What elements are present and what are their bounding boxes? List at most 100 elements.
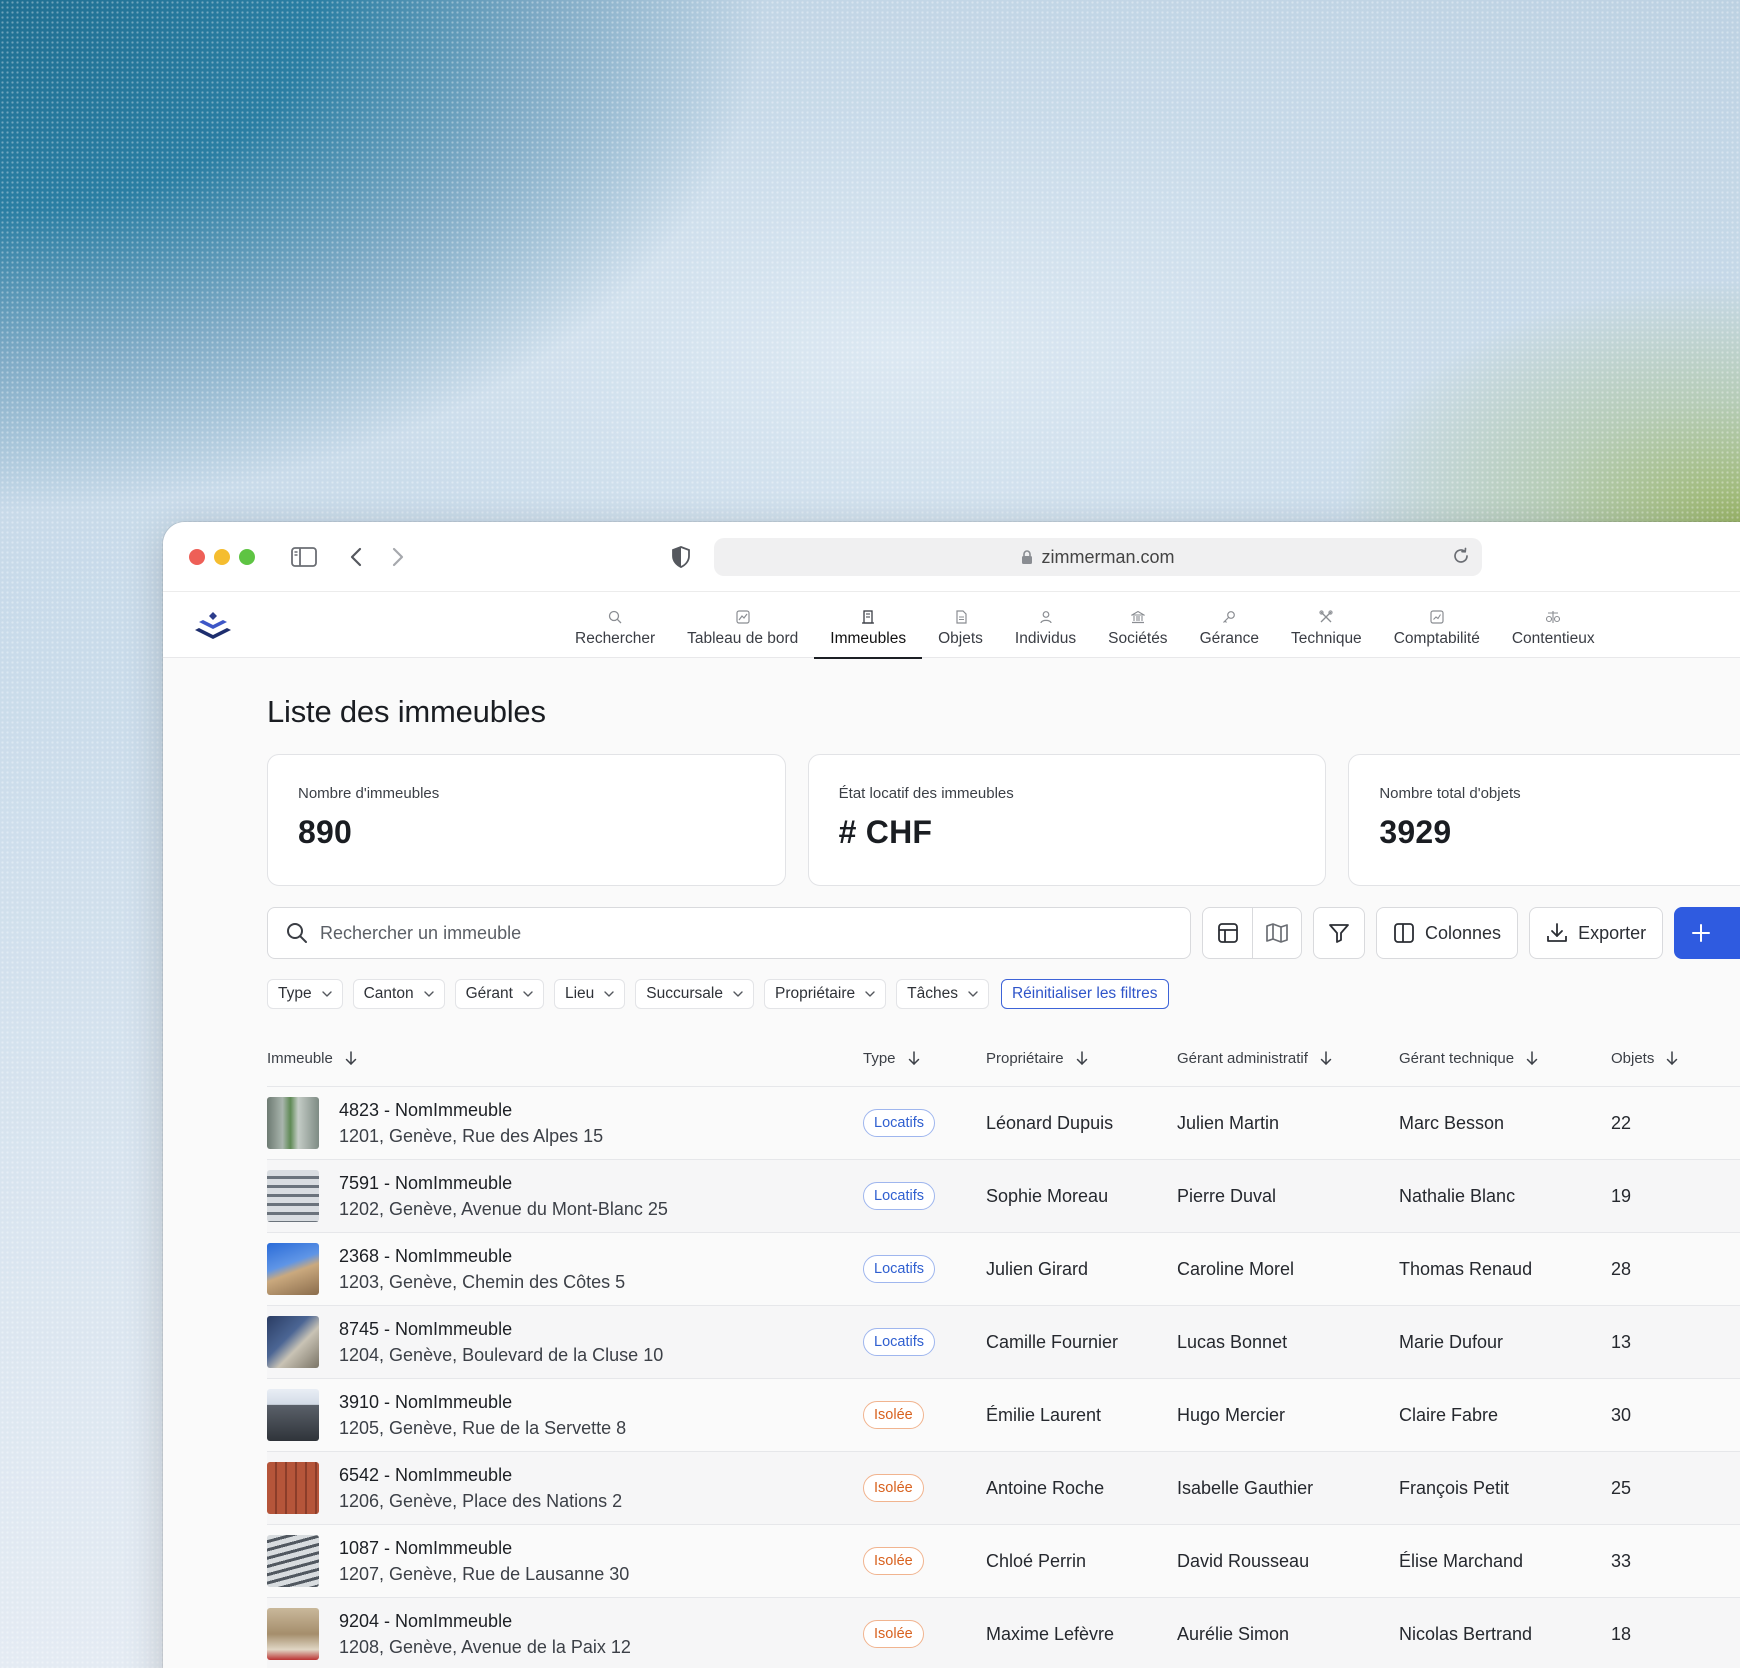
building-thumbnail <box>267 1535 319 1587</box>
url-text: zimmerman.com <box>1041 546 1175 567</box>
filter-chip[interactable]: Succursale <box>635 979 754 1009</box>
export-label: Exporter <box>1578 922 1647 943</box>
filter-chip[interactable]: Type <box>267 979 343 1009</box>
browser-window: zimmerman.com Rechercher Tableau de bord I… <box>163 522 1740 1668</box>
reload-icon[interactable] <box>1452 547 1470 565</box>
minimize-window-button[interactable] <box>214 549 230 565</box>
stat-value: 890 <box>298 814 352 850</box>
building-name: 8745 - NomImmeuble <box>339 1318 513 1339</box>
add-building-button[interactable] <box>1674 907 1740 959</box>
nav-item[interactable]: Rechercher <box>559 592 671 658</box>
building-cell: 4823 - NomImmeuble 1201, Genève, Rue des … <box>267 1097 863 1149</box>
table-row[interactable]: 2368 - NomImmeuble 1203, Genève, Chemin d… <box>267 1233 1740 1306</box>
filter-chip-label: Lieu <box>564 985 595 1002</box>
stat-label: État locatif des immeubles <box>838 785 1014 802</box>
table-row[interactable]: 7591 - NomImmeuble 1202, Genève, Avenue d… <box>267 1160 1740 1233</box>
type-badge: Isolée <box>863 1620 924 1648</box>
admin-manager-cell: Hugo Mercier <box>1177 1404 1286 1425</box>
nav-item[interactable]: Individus <box>999 592 1092 658</box>
column-header[interactable]: Immeuble <box>267 1050 863 1067</box>
export-button[interactable]: Exporter <box>1529 907 1664 959</box>
table-row[interactable]: 4823 - NomImmeuble 1201, Genève, Rue des … <box>267 1087 1740 1160</box>
nav-item[interactable]: Comptabilité <box>1378 592 1496 658</box>
building-cell: 3910 - NomImmeuble 1205, Genève, Rue de l… <box>267 1389 863 1441</box>
building-cell: 1087 - NomImmeuble 1207, Genève, Rue de L… <box>267 1535 863 1587</box>
search-input[interactable]: Rechercher un immeuble <box>267 907 1191 959</box>
building-cell: 6542 - NomImmeuble 1206, Genève, Place de… <box>267 1462 863 1514</box>
building-thumbnail <box>267 1462 319 1514</box>
admin-manager-cell: David Rousseau <box>1177 1550 1310 1571</box>
filter-chip[interactable]: Propriétaire <box>763 979 887 1009</box>
building-name: 1087 - NomImmeuble <box>339 1537 513 1558</box>
key-icon <box>1222 610 1236 624</box>
column-header[interactable]: Gérant technique <box>1399 1050 1611 1067</box>
nav-item[interactable]: Technique <box>1275 592 1378 658</box>
sidebar-toggle-icon[interactable] <box>289 542 319 572</box>
objects-cell: 30 <box>1611 1404 1632 1425</box>
table-row[interactable]: 9204 - NomImmeuble 1208, Genève, Avenue d… <box>267 1598 1740 1668</box>
nav-item[interactable]: Objets <box>922 592 999 658</box>
sort-arrow-icon <box>345 1051 357 1066</box>
map-view-button[interactable] <box>1252 908 1301 958</box>
owner-cell: Émilie Laurent <box>986 1404 1102 1425</box>
sort-arrow-icon <box>1320 1051 1332 1066</box>
owner-cell: Julien Girard <box>986 1258 1089 1279</box>
nav-item[interactable]: Tableau de bord <box>671 592 814 658</box>
table-row[interactable]: 3910 - NomImmeuble 1205, Genève, Rue de l… <box>267 1379 1740 1452</box>
filter-chip[interactable]: Lieu <box>553 979 626 1009</box>
search-icon <box>608 610 622 624</box>
table-row[interactable]: 1087 - NomImmeuble 1207, Genève, Rue de L… <box>267 1525 1740 1598</box>
building-address: 1205, Genève, Rue de la Servette 8 <box>339 1417 627 1438</box>
nav-item[interactable]: Sociétés <box>1092 592 1183 658</box>
stats-row: Nombre d'immeubles 890 État locatif des … <box>267 754 1740 886</box>
column-header[interactable]: Propriétaire <box>986 1050 1177 1067</box>
tech-manager-cell: Nicolas Bertrand <box>1399 1623 1533 1644</box>
stat-card-buildings: Nombre d'immeubles 890 <box>267 754 786 886</box>
nav-item-label: Technique <box>1291 630 1362 647</box>
owner-cell: Antoine Roche <box>986 1477 1105 1498</box>
filter-chip[interactable]: Gérant <box>454 979 544 1009</box>
owner-cell: Léonard Dupuis <box>986 1112 1114 1133</box>
column-header-label: Objets <box>1611 1050 1655 1067</box>
column-header[interactable]: Gérant administratif <box>1177 1050 1399 1067</box>
stat-card-objects: Nombre total d'objets 3929 <box>1348 754 1740 886</box>
table-row[interactable]: 6542 - NomImmeuble 1206, Genève, Place de… <box>267 1452 1740 1525</box>
filter-chip[interactable]: Tâches <box>896 979 989 1009</box>
stat-value: 3929 <box>1379 814 1452 850</box>
admin-manager-cell: Julien Martin <box>1177 1112 1280 1133</box>
shield-icon[interactable] <box>666 542 696 572</box>
column-header[interactable]: Objets <box>1611 1050 1740 1067</box>
nav-item[interactable]: Immeubles <box>814 592 922 659</box>
sort-arrow-icon <box>1526 1051 1538 1066</box>
forward-arrow-icon[interactable] <box>383 542 413 572</box>
chevron-down-icon <box>321 991 332 997</box>
column-header-label: Immeuble <box>267 1050 333 1067</box>
close-window-button[interactable] <box>189 549 205 565</box>
nav-item[interactable]: Contentieux <box>1496 592 1611 658</box>
nav-item-label: Tableau de bord <box>687 630 799 647</box>
app-logo[interactable] <box>193 610 233 647</box>
filter-chip-label: Propriétaire <box>774 985 856 1002</box>
filter-icon <box>1329 924 1349 943</box>
admin-manager-cell: Pierre Duval <box>1177 1185 1277 1206</box>
type-cell: Isolée <box>863 1547 986 1575</box>
building-address: 1206, Genève, Place des Nations 2 <box>339 1490 623 1511</box>
table-row[interactable]: 8745 - NomImmeuble 1204, Genève, Boulevar… <box>267 1306 1740 1379</box>
column-header[interactable]: Type <box>863 1050 986 1067</box>
filter-chip[interactable]: Canton <box>352 979 445 1009</box>
owner-cell: Sophie Moreau <box>986 1185 1109 1206</box>
nav-item-label: Sociétés <box>1108 630 1168 647</box>
nav-item-label: Contentieux <box>1511 630 1595 647</box>
back-arrow-icon[interactable] <box>341 542 371 572</box>
filter-button[interactable] <box>1313 907 1365 959</box>
reset-filters-button[interactable]: Réinitialiser les filtres <box>1000 979 1169 1009</box>
type-cell: Isolée <box>863 1474 986 1502</box>
toolbar: Rechercher un immeuble Colonnes Exporter <box>267 907 1740 959</box>
columns-button[interactable]: Colonnes <box>1376 907 1519 959</box>
tech-manager-cell: Nathalie Blanc <box>1399 1185 1516 1206</box>
maximize-window-button[interactable] <box>239 549 255 565</box>
address-bar[interactable]: zimmerman.com <box>714 538 1482 576</box>
nav-item-label: Comptabilité <box>1393 630 1480 647</box>
nav-item[interactable]: Gérance <box>1184 592 1275 658</box>
table-view-button[interactable] <box>1203 908 1252 958</box>
